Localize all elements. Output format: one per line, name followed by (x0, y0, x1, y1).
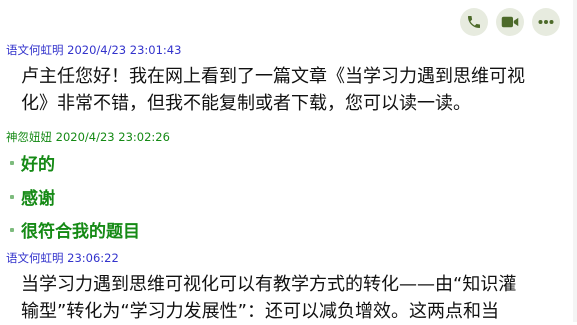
message-text-line: 输型”转化为“学习力发展性”：还可以减负增效。这两点和当 (21, 301, 499, 322)
sender-name[interactable]: 语文何虹明 (6, 251, 64, 265)
message-meta: 神忽妞妞 2020/4/23 23:02:26 (6, 130, 170, 144)
video-call-icon (501, 14, 519, 30)
message-meta: 语文何虹明 23:06:22 (6, 251, 119, 265)
quick-reply-item: 好的 (10, 154, 55, 176)
quick-reply-item: 感谢 (10, 188, 55, 210)
chat-toolbar (460, 8, 560, 36)
sender-name[interactable]: 语文何虹明 (6, 43, 64, 57)
more-options-button[interactable] (532, 8, 560, 36)
more-options-icon (538, 19, 554, 25)
message-timestamp: 2020/4/23 23:02:26 (55, 130, 170, 144)
video-call-button[interactable] (496, 8, 524, 36)
phone-icon (466, 14, 482, 30)
bullet-icon (10, 161, 14, 165)
quick-reply-item: 很符合我的题目 (10, 221, 140, 243)
message-meta: 语文何虹明 2020/4/23 23:01:43 (6, 43, 181, 57)
message-timestamp: 2020/4/23 23:01:43 (67, 43, 182, 57)
message-text-line: 卢主任您好！我在网上看到了一篇文章《当学习力遇到思维可视 (21, 66, 525, 87)
message-text-line: 当学习力遇到思维可视化可以有教学方式的转化——由“知识灌 (21, 274, 517, 295)
scrollbar[interactable] (573, 0, 577, 322)
message-text: 卢主任您好！我在网上看到了一篇文章《当学习力遇到思维可视 化》非常不错，但我不能… (21, 63, 556, 117)
message-text: 当学习力遇到思维可视化可以有教学方式的转化——由“知识灌 输型”转化为“学习力发… (21, 271, 556, 325)
bullet-icon (10, 228, 14, 232)
message-timestamp: 23:06:22 (67, 251, 119, 265)
reply-text: 很符合我的题目 (21, 222, 140, 242)
bullet-icon (10, 195, 14, 199)
reply-text: 感谢 (21, 189, 55, 209)
phone-call-button[interactable] (460, 8, 488, 36)
sender-name[interactable]: 神忽妞妞 (6, 130, 52, 144)
message-text-line: 化》非常不错，但我不能复制或者下载，您可以读一读。 (21, 93, 471, 114)
reply-text: 好的 (21, 155, 55, 175)
